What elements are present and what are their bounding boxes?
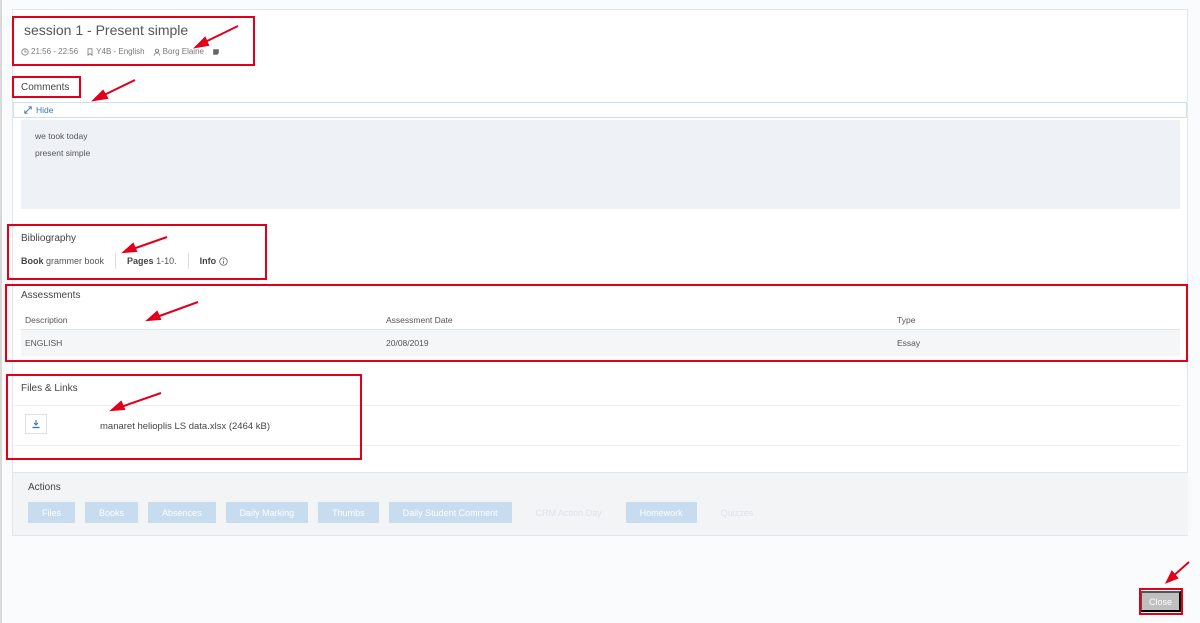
comment-line: we took today	[35, 131, 88, 141]
annotation-box	[12, 16, 255, 66]
comment-line: present simple	[35, 148, 91, 158]
collapse-icon	[24, 106, 32, 114]
annotation-box	[6, 374, 362, 460]
daily-student-comment-button[interactable]: Daily Student Comment	[388, 502, 512, 523]
annotation-box	[12, 76, 81, 98]
files-button[interactable]: Files	[28, 502, 76, 523]
absences-button[interactable]: Absences	[148, 502, 216, 523]
annotation-box	[5, 284, 1188, 362]
quizzes-button[interactable]: Quizzes	[707, 502, 768, 523]
thumbs-button[interactable]: Thumbs	[318, 502, 379, 523]
hide-label: Hide	[36, 105, 54, 115]
annotation-box	[7, 224, 267, 280]
hide-comments-toggle[interactable]: Hide	[13, 102, 1187, 118]
annotation-box	[1139, 588, 1183, 615]
homework-button[interactable]: Homework	[625, 502, 697, 523]
actions-label: Actions	[28, 482, 61, 493]
actions-button-row: Files Books Absences Daily Marking Thumb…	[28, 502, 767, 523]
crm-action-day-button[interactable]: CRM Action Day	[522, 502, 616, 523]
books-button[interactable]: Books	[85, 502, 139, 523]
left-edge	[0, 0, 2, 623]
daily-marking-button[interactable]: Daily Marking	[225, 502, 309, 523]
comment-box: we took today present simple	[21, 120, 1180, 209]
